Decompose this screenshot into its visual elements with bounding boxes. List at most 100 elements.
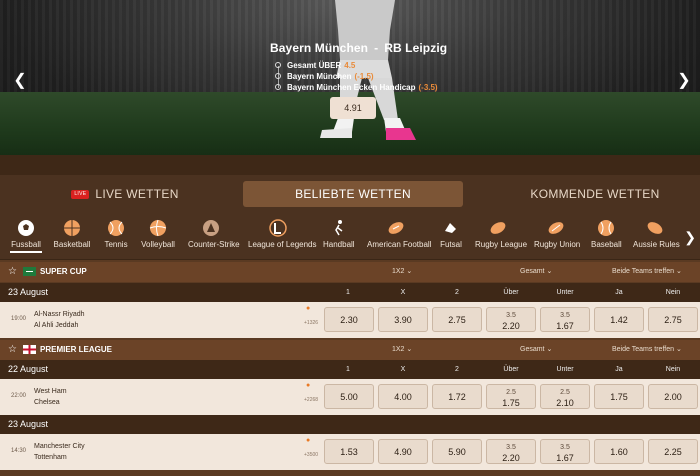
odd-button-2[interactable]: 1.72 — [432, 384, 482, 409]
bet-line: Gesamt ÜBER 4.5 — [274, 60, 438, 71]
baseball-icon — [598, 220, 614, 236]
sport-handball[interactable]: Handball — [323, 219, 355, 249]
column-header: Nein — [665, 366, 681, 373]
odd-button-under[interactable]: 3.5 1.67 — [540, 307, 590, 332]
tab-kommende-wetten[interactable]: KOMMENDE WETTEN — [495, 181, 695, 207]
more-markets-count[interactable]: +3500 — [304, 452, 318, 458]
sport-rugby-union[interactable]: Rugby Union — [534, 219, 580, 249]
odd-value: 1.67 — [556, 321, 574, 331]
league-name: SUPER CUP — [40, 267, 87, 276]
odd-button-under[interactable]: 2.5 2.10 — [540, 384, 590, 409]
odd-button-1[interactable]: 2.30 — [324, 307, 374, 332]
chevron-down-icon: ⌄ — [406, 268, 413, 275]
fire-icon: ● — [306, 382, 311, 389]
odd-button-ja[interactable]: 1.42 — [594, 307, 644, 332]
tab-beliebte-wetten[interactable]: BELIEBTE WETTEN — [243, 181, 463, 207]
odd-value: 2.20 — [502, 321, 520, 331]
odd-button-1[interactable]: 1.53 — [324, 439, 374, 464]
bet-bullet-icon — [275, 84, 281, 90]
tab-label: LIVE WETTEN — [95, 187, 179, 201]
sport-american-football[interactable]: American Football — [367, 219, 431, 249]
combined-odd-button[interactable]: 4.91 — [330, 97, 376, 119]
sport-volleyball[interactable]: Volleyball — [140, 219, 176, 249]
more-markets-count[interactable]: +1326 — [304, 320, 318, 326]
league-header: ☆ SUPER CUP 1X2 ⌄ Gesamt ⌄ Beide Teams t… — [0, 262, 700, 282]
chevron-right-icon[interactable]: ❯ — [676, 70, 692, 90]
market-select-btts[interactable]: Beide Teams treffen ⌄ — [612, 340, 682, 360]
sport-basketball[interactable]: Basketball — [52, 219, 92, 249]
column-header: Ja — [615, 366, 623, 373]
odd-button-under[interactable]: 3.5 1.67 — [540, 439, 590, 464]
column-header: Über — [503, 366, 519, 373]
column-header: Nein — [665, 289, 681, 296]
market-select-value: 1X2 — [392, 346, 405, 353]
market-select-total[interactable]: Gesamt ⌄ — [520, 340, 552, 360]
sport-tennis[interactable]: Tennis — [102, 219, 130, 249]
column-header: 2 — [455, 366, 459, 373]
sport-label: Rugby League — [475, 240, 528, 249]
saudi-flag-icon — [23, 267, 36, 276]
live-badge: LIVE — [71, 190, 90, 200]
bet-line: Bayern München Ecken Handicap (-3.5) — [274, 82, 438, 93]
rugby-union-icon — [548, 222, 564, 234]
away-team: Al Ahli Jeddah — [34, 322, 79, 329]
match-row[interactable]: 14:30 Manchester City Tottenham ● +3500 … — [0, 434, 700, 470]
market-select-btts[interactable]: Beide Teams treffen ⌄ — [612, 262, 682, 282]
more-markets-count[interactable]: +2268 — [304, 397, 318, 403]
bet-line-label: Bayern München Ecken Handicap — [287, 83, 416, 92]
volleyball-icon — [149, 219, 167, 237]
odd-button-nein[interactable]: 2.25 — [648, 439, 698, 464]
match-teams: West Ham Chelsea — [34, 386, 67, 408]
odd-button-x[interactable]: 4.00 — [378, 384, 428, 409]
odd-button-x[interactable]: 4.90 — [378, 439, 428, 464]
odd-button-1[interactable]: 5.00 — [324, 384, 374, 409]
odd-button-2[interactable]: 2.75 — [432, 307, 482, 332]
sport-baseball[interactable]: Baseball — [591, 219, 622, 249]
match-teams: Manchester City Tottenham — [34, 441, 85, 463]
odd-button-over[interactable]: 3.5 2.20 — [486, 307, 536, 332]
counter-strike-icon — [203, 220, 219, 236]
featured-match-banner[interactable]: ❮ ❯ Bayern München - RB Leipzig Gesamt ÜBE… — [0, 0, 700, 155]
market-select-main[interactable]: 1X2 ⌄ — [392, 340, 412, 360]
match-time: 22:00 — [11, 393, 27, 399]
match-row[interactable]: 19:00 Al-Nassr Riyadh Al Ahli Jeddah ● +… — [0, 302, 700, 338]
odd-line: 3.5 — [560, 312, 570, 319]
tab-live-wetten[interactable]: LIVE LIVE WETTEN — [60, 181, 190, 207]
odd-button-nein[interactable]: 2.75 — [648, 307, 698, 332]
odd-button-x[interactable]: 3.90 — [378, 307, 428, 332]
sport-fussball[interactable]: Fussball — [10, 219, 42, 253]
chevron-down-icon: ⌄ — [546, 268, 553, 275]
market-select-total[interactable]: Gesamt ⌄ — [520, 262, 552, 282]
fire-icon: ● — [306, 305, 311, 312]
sport-label: American Football — [367, 240, 432, 249]
star-icon[interactable]: ☆ — [8, 262, 17, 282]
match-row[interactable]: 22:00 West Ham Chelsea ● +2268 5.00 4.00… — [0, 379, 700, 415]
odd-button-ja[interactable]: 1.75 — [594, 384, 644, 409]
sport-rugby-league[interactable]: Rugby League — [475, 219, 527, 249]
column-header: X — [400, 289, 406, 296]
bet-category-tabs: LIVE LIVE WETTEN BELIEBTE WETTEN KOMMENDE… — [0, 175, 700, 215]
market-select-main[interactable]: 1X2 ⌄ — [392, 262, 412, 282]
fire-icon: ● — [306, 437, 311, 444]
american-football-icon — [388, 222, 404, 234]
odd-button-over[interactable]: 2.5 1.75 — [486, 384, 536, 409]
home-team: West Ham — [34, 388, 67, 395]
sport-futsal[interactable]: Futsal — [438, 219, 464, 249]
chevron-right-icon[interactable]: ❯ — [684, 229, 696, 246]
odd-button-over[interactable]: 3.5 2.20 — [486, 439, 536, 464]
odd-line: 2.5 — [506, 389, 516, 396]
match-date: 23 August — [0, 415, 700, 434]
odd-button-2[interactable]: 5.90 — [432, 439, 482, 464]
bet-bullet-icon — [275, 73, 281, 79]
sport-counter-strike[interactable]: Counter-Strike — [188, 219, 240, 249]
column-header: Unter — [556, 289, 574, 296]
sport-league-of-legends[interactable]: League of Legends — [248, 219, 317, 249]
odd-button-nein[interactable]: 2.00 — [648, 384, 698, 409]
odd-button-ja[interactable]: 1.60 — [594, 439, 644, 464]
odd-line: 2.5 — [560, 389, 570, 396]
star-icon[interactable]: ☆ — [8, 340, 17, 360]
market-select-value: 1X2 — [392, 268, 405, 275]
chevron-left-icon[interactable]: ❮ — [12, 70, 28, 90]
sport-aussie-rules[interactable]: Aussie Rules — [633, 219, 680, 249]
sport-label: Counter-Strike — [188, 240, 240, 249]
